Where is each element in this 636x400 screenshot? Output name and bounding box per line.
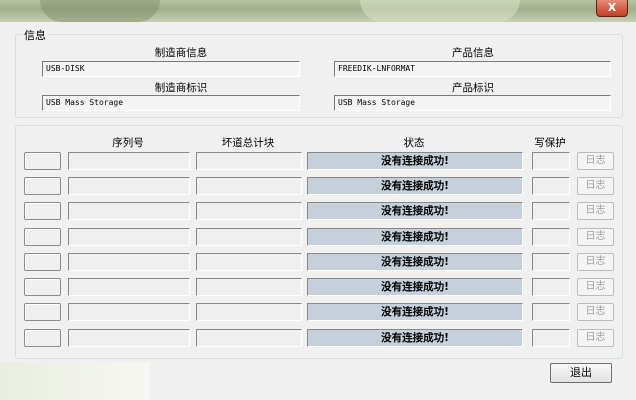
row-select-button[interactable]	[24, 152, 61, 170]
serial-cell	[68, 329, 190, 347]
close-icon: X	[607, 1, 617, 14]
bad-blocks-cell	[196, 303, 302, 321]
log-button[interactable]: 日志	[577, 329, 614, 347]
write-protect-cell	[532, 177, 570, 195]
table-row: 没有连接成功! 日志	[16, 177, 622, 197]
status-cell: 没有连接成功!	[307, 177, 523, 195]
row-select-button[interactable]	[24, 303, 61, 321]
vendor-id-field[interactable]: USB Mass Storage	[42, 95, 300, 111]
serial-cell	[68, 202, 190, 220]
row-select-button[interactable]	[24, 253, 61, 271]
table-row: 没有连接成功! 日志	[16, 228, 622, 248]
serial-cell	[68, 278, 190, 296]
bad-blocks-cell	[196, 278, 302, 296]
status-cell: 没有连接成功!	[307, 228, 523, 246]
status-cell: 没有连接成功!	[307, 152, 523, 170]
write-protect-cell	[532, 253, 570, 271]
status-cell: 没有连接成功!	[307, 202, 523, 220]
table-row: 没有连接成功! 日志	[16, 303, 622, 323]
info-group-title: 信息	[22, 27, 48, 43]
status-bar-area	[0, 362, 150, 400]
table-row: 没有连接成功! 日志	[16, 278, 622, 298]
serial-cell	[68, 303, 190, 321]
exit-button[interactable]: 退出	[550, 363, 612, 383]
status-cell: 没有连接成功!	[307, 329, 523, 347]
column-header-status: 状态	[403, 137, 425, 149]
titlebar-background	[360, 0, 520, 22]
close-button[interactable]: X	[596, 0, 628, 17]
device-table-panel: 序列号 坏道总计块 状态 写保护 没有连接成功! 日志 没有连接成功! 日志 没…	[15, 125, 623, 359]
log-button[interactable]: 日志	[577, 278, 614, 296]
log-button[interactable]: 日志	[577, 253, 614, 271]
row-select-button[interactable]	[24, 202, 61, 220]
serial-cell	[68, 228, 190, 246]
product-info-label: 产品信息	[452, 47, 494, 59]
log-button[interactable]: 日志	[577, 202, 614, 220]
write-protect-cell	[532, 329, 570, 347]
product-id-label: 产品标识	[452, 82, 494, 94]
product-id-field[interactable]: USB Mass Storage	[334, 95, 611, 111]
write-protect-cell	[532, 303, 570, 321]
row-select-button[interactable]	[24, 177, 61, 195]
product-info-field[interactable]: FREEDIK-LNFORMAT	[334, 61, 611, 77]
log-button[interactable]: 日志	[577, 152, 614, 170]
log-button[interactable]: 日志	[577, 228, 614, 246]
column-header-bad-blocks: 坏道总计块	[221, 137, 275, 149]
status-cell: 没有连接成功!	[307, 303, 523, 321]
row-select-button[interactable]	[24, 278, 61, 296]
titlebar-background	[40, 0, 160, 22]
serial-cell	[68, 253, 190, 271]
serial-cell	[68, 152, 190, 170]
write-protect-cell	[532, 228, 570, 246]
vendor-info-label: 制造商信息	[154, 47, 208, 59]
column-header-write-protect: 写保护	[534, 137, 566, 149]
status-cell: 没有连接成功!	[307, 253, 523, 271]
write-protect-cell	[532, 202, 570, 220]
log-button[interactable]: 日志	[577, 303, 614, 321]
write-protect-cell	[532, 278, 570, 296]
bad-blocks-cell	[196, 228, 302, 246]
title-bar[interactable]: X	[0, 0, 636, 22]
column-header-serial: 序列号	[112, 137, 144, 149]
row-select-button[interactable]	[24, 329, 61, 347]
main-window: 信息 制造商信息 USB-DISK 产品信息 FREEDIK-LNFORMAT …	[0, 22, 636, 400]
write-protect-cell	[532, 152, 570, 170]
serial-cell	[68, 177, 190, 195]
bad-blocks-cell	[196, 329, 302, 347]
table-row: 没有连接成功! 日志	[16, 329, 622, 349]
vendor-id-label: 制造商标识	[154, 82, 208, 94]
table-row: 没有连接成功! 日志	[16, 152, 622, 172]
table-row: 没有连接成功! 日志	[16, 253, 622, 273]
log-button[interactable]: 日志	[577, 177, 614, 195]
bad-blocks-cell	[196, 253, 302, 271]
info-groupbox: 信息 制造商信息 USB-DISK 产品信息 FREEDIK-LNFORMAT …	[15, 27, 623, 118]
status-cell: 没有连接成功!	[307, 278, 523, 296]
row-select-button[interactable]	[24, 228, 61, 246]
table-row: 没有连接成功! 日志	[16, 202, 622, 222]
bad-blocks-cell	[196, 177, 302, 195]
vendor-info-field[interactable]: USB-DISK	[42, 61, 300, 77]
bad-blocks-cell	[196, 152, 302, 170]
bad-blocks-cell	[196, 202, 302, 220]
